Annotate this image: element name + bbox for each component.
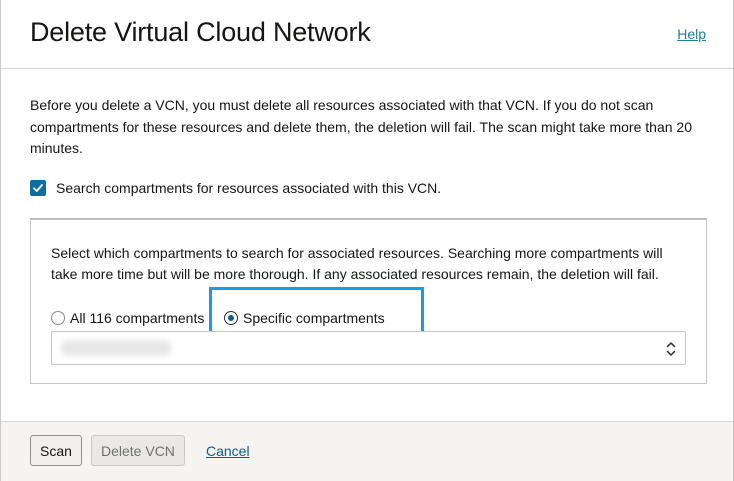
all-compartments-label: All 116 compartments: [70, 310, 205, 326]
cancel-link[interactable]: Cancel: [206, 443, 250, 459]
intro-text: Before you delete a VCN, you must delete…: [30, 97, 692, 156]
compartment-select[interactable]: compartment-01: [51, 331, 686, 365]
compartments-description: Select which compartments to search for …: [51, 245, 663, 282]
scan-button[interactable]: Scan: [30, 435, 82, 466]
dialog-footer: Scan Delete VCN Cancel: [1, 421, 733, 481]
delete-vcn-button[interactable]: Delete VCN: [91, 435, 185, 466]
checkmark-icon: [33, 184, 43, 192]
dialog-header: Delete Virtual Cloud Network Help: [1, 0, 733, 69]
all-compartments-radio[interactable]: [51, 311, 65, 325]
delete-vcn-dialog: Delete Virtual Cloud Network Help Before…: [0, 0, 734, 481]
search-compartments-option[interactable]: Search compartments for resources associ…: [30, 180, 441, 196]
chevron-up-down-icon: [666, 342, 676, 356]
search-compartments-checkbox[interactable]: [30, 180, 46, 196]
compartments-panel: Select which compartments to search for …: [30, 218, 707, 384]
search-compartments-label: Search compartments for resources associ…: [56, 180, 442, 196]
radio-option-all-compartments[interactable]: All 116 compartments: [51, 308, 204, 328]
compartment-select-value: compartment-01: [61, 340, 171, 356]
dialog-title: Delete Virtual Cloud Network: [30, 17, 371, 47]
help-link[interactable]: Help: [677, 26, 706, 42]
